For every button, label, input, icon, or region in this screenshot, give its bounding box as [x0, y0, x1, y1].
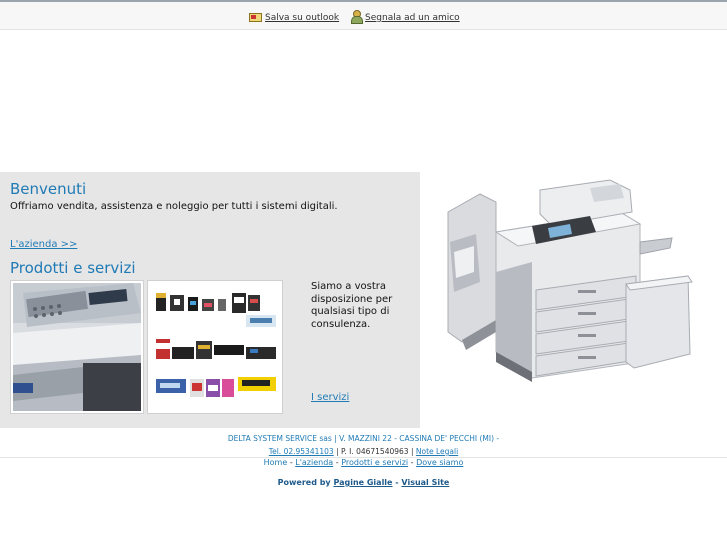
intro-text: Offriamo vendita, assistenza e noleggio …: [10, 201, 338, 212]
report-friend-link[interactable]: Segnala ad un amico: [365, 13, 460, 23]
vat-number: | P. I. 04671540963 |: [336, 447, 414, 456]
company-link[interactable]: L'azienda >>: [10, 239, 77, 250]
visual-site-link[interactable]: Visual Site: [401, 478, 449, 487]
nav-separator: -: [335, 458, 339, 467]
friend-icon[interactable]: [350, 10, 364, 24]
nav-prodotti[interactable]: Prodotti e servizi: [341, 458, 408, 467]
save-outlook-link[interactable]: Salva su outlook: [265, 13, 339, 23]
fax-image[interactable]: [10, 280, 144, 414]
pagine-gialle-link[interactable]: Pagine Gialle: [333, 478, 392, 487]
outlook-icon[interactable]: [249, 13, 262, 22]
ink-cartridges-image[interactable]: [147, 280, 283, 414]
footer-contacts: Tel. 02.95341103 | P. I. 04671540963 | N…: [0, 447, 727, 456]
phone-link[interactable]: Tel. 02.95341103: [269, 447, 334, 456]
top-bar: Salva su outlook Segnala ad un amico: [0, 0, 727, 30]
nav-separator: -: [410, 458, 414, 467]
powered-by: Powered by Pagine Gialle - Visual Site: [0, 478, 727, 487]
legal-notes-link[interactable]: Note Legali: [416, 447, 458, 456]
nav-separator: -: [289, 458, 293, 467]
powered-separator: -: [395, 478, 399, 487]
nav-home[interactable]: Home: [264, 458, 288, 467]
copier-image: [440, 172, 710, 392]
footer-nav: Home - L'azienda - Prodotti e servizi - …: [0, 458, 727, 467]
nav-azienda[interactable]: L'azienda: [295, 458, 333, 467]
welcome-heading: Benvenuti: [10, 180, 87, 198]
footer-address: DELTA SYSTEM SERVICE sas | V. MAZZINI 22…: [227, 434, 500, 443]
services-link[interactable]: I servizi: [311, 392, 349, 403]
nav-dove-siamo[interactable]: Dove siamo: [416, 458, 463, 467]
top-links: Salva su outlook Segnala ad un amico: [249, 10, 468, 24]
products-description: Siamo a vostra disposizione per qualsias…: [311, 281, 393, 330]
products-heading: Prodotti e servizi: [10, 259, 136, 277]
powered-by-label: Powered by: [277, 478, 331, 487]
